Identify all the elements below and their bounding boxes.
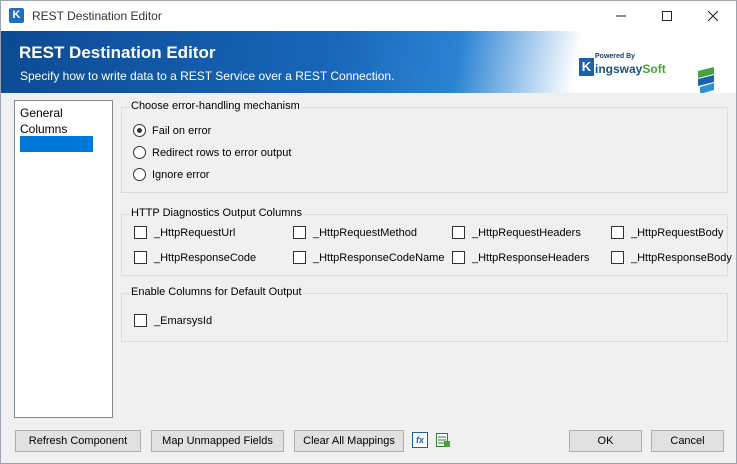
default-output-group: Enable Columns for Default Output _Emars…: [121, 286, 728, 342]
minimize-button[interactable]: [598, 1, 644, 31]
checkbox-label: _HttpResponseBody: [631, 251, 732, 264]
error-handling-group: Choose error-handling mechanism Fail on …: [121, 100, 728, 193]
radio-ignore-error[interactable]: Ignore error: [133, 168, 209, 181]
checkbox-indicator: [293, 226, 306, 239]
checkbox-indicator: [611, 226, 624, 239]
checkbox-http-request-body[interactable]: _HttpRequestBody: [611, 226, 723, 239]
editor-window: K REST Destination Editor REST Destinati…: [0, 0, 737, 464]
navigation-list: General Columns: [14, 100, 113, 418]
radio-fail-on-error[interactable]: Fail on error: [133, 124, 211, 137]
diagnostics-group: HTTP Diagnostics Output Columns _HttpReq…: [121, 207, 732, 276]
radio-redirect-rows[interactable]: Redirect rows to error output: [133, 146, 291, 159]
kingswaysoft-app-icon: K: [9, 8, 24, 23]
checkbox-label: _HttpResponseCode: [154, 251, 257, 264]
checkbox-http-response-code-name[interactable]: _HttpResponseCodeName: [293, 251, 444, 264]
clear-all-mappings-button[interactable]: Clear All Mappings: [294, 430, 404, 452]
checkbox-label: _EmarsysId: [154, 314, 213, 327]
brand-name-soft: Soft: [642, 62, 666, 76]
default-output-label: Enable Columns for Default Output: [130, 286, 303, 298]
kingswaysoft-logo: Powered By K ingswaySoft: [579, 53, 714, 93]
brand-name-main: ingsway: [595, 62, 643, 76]
brand-name: ingswaySoft: [595, 62, 666, 76]
kingswaysoft-s-icon: [698, 67, 714, 93]
checkbox-http-response-headers[interactable]: _HttpResponseHeaders: [452, 251, 589, 264]
checkbox-label: _HttpRequestUrl: [154, 226, 236, 239]
radio-indicator: [133, 146, 146, 159]
map-unmapped-fields-button[interactable]: Map Unmapped Fields: [151, 430, 284, 452]
checkbox-http-request-method[interactable]: _HttpRequestMethod: [293, 226, 417, 239]
checkbox-indicator: [134, 314, 147, 327]
checkbox-label: _HttpResponseCodeName: [313, 251, 445, 264]
checkbox-http-request-url[interactable]: _HttpRequestUrl: [134, 226, 235, 239]
radio-label: Ignore error: [152, 168, 210, 181]
brand-powered-by: Powered By: [595, 53, 636, 60]
maximize-button[interactable]: [644, 1, 690, 31]
checkbox-emarsys-id[interactable]: _EmarsysId: [134, 314, 212, 327]
radio-indicator: [133, 124, 146, 137]
checkbox-indicator: [611, 251, 624, 264]
checkbox-http-request-headers[interactable]: _HttpRequestHeaders: [452, 226, 581, 239]
ok-button[interactable]: OK: [569, 430, 642, 452]
checkbox-indicator: [293, 251, 306, 264]
fx-expression-icon[interactable]: fx: [412, 432, 428, 448]
checkbox-indicator: [452, 251, 465, 264]
checkbox-label: _HttpRequestMethod: [313, 226, 417, 239]
nav-item-columns[interactable]: Columns: [20, 121, 67, 137]
cancel-button[interactable]: Cancel: [651, 430, 724, 452]
diagnostics-label: HTTP Diagnostics Output Columns: [130, 207, 303, 219]
refresh-component-button[interactable]: Refresh Component: [15, 430, 141, 452]
checkbox-label: _HttpResponseHeaders: [472, 251, 590, 264]
nav-item-general[interactable]: General: [20, 105, 63, 121]
header-banner: REST Destination Editor Specify how to w…: [1, 31, 736, 93]
checkbox-http-response-code[interactable]: _HttpResponseCode: [134, 251, 256, 264]
data-sheet-icon[interactable]: [435, 432, 451, 448]
banner-title: REST Destination Editor: [19, 43, 216, 62]
radio-indicator: [133, 168, 146, 181]
radio-label: Fail on error: [152, 124, 212, 137]
error-handling-label: Choose error-handling mechanism: [130, 100, 301, 112]
maximize-icon: [662, 11, 672, 21]
window-title: REST Destination Editor: [32, 9, 162, 23]
nav-item-selected[interactable]: [20, 136, 93, 152]
checkbox-http-response-body[interactable]: _HttpResponseBody: [611, 251, 732, 264]
close-icon: [708, 11, 718, 21]
radio-label: Redirect rows to error output: [152, 146, 292, 159]
close-button[interactable]: [690, 1, 736, 31]
checkbox-indicator: [452, 226, 465, 239]
checkbox-indicator: [134, 226, 147, 239]
title-bar: K REST Destination Editor: [1, 1, 736, 31]
banner-subtitle: Specify how to write data to a REST Serv…: [20, 69, 395, 83]
checkbox-indicator: [134, 251, 147, 264]
minimize-icon: [616, 15, 626, 17]
checkbox-label: _HttpRequestBody: [631, 226, 724, 239]
brand-k-mark: K: [579, 58, 594, 76]
checkbox-label: _HttpRequestHeaders: [472, 226, 581, 239]
